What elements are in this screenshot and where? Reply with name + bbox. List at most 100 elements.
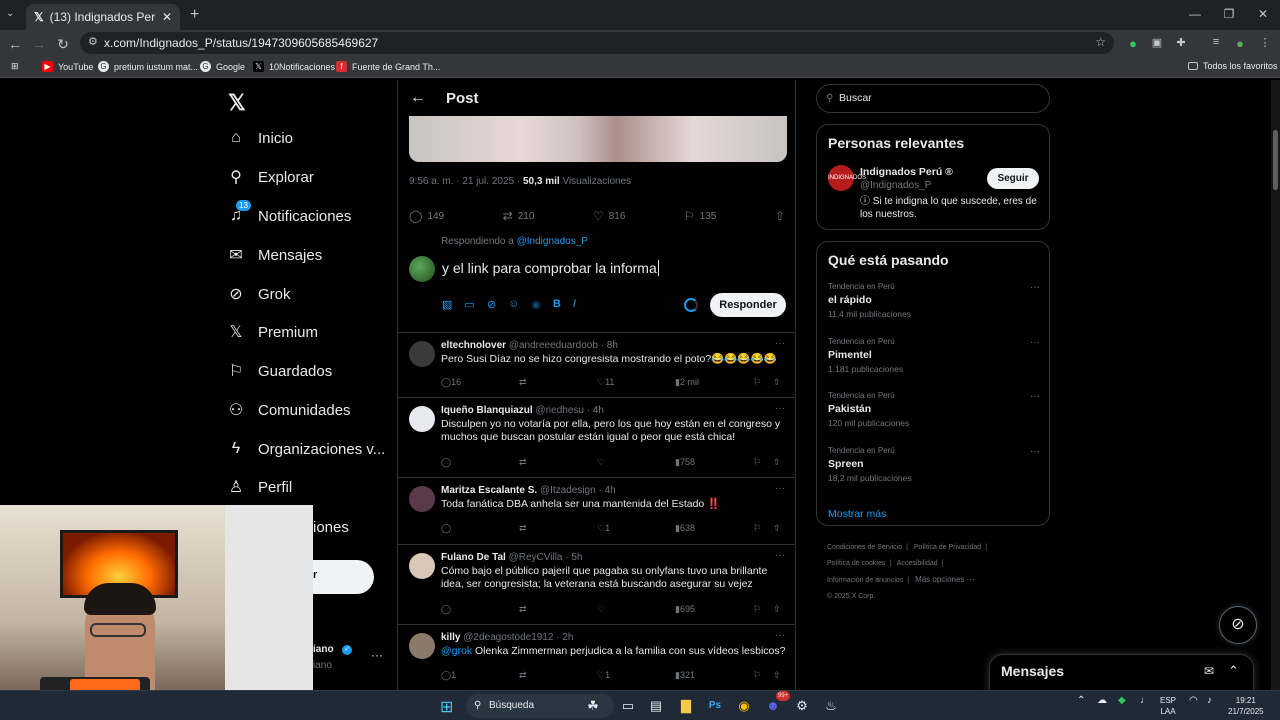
- bold-icon[interactable]: B: [553, 298, 561, 311]
- share-icon[interactable]: ⇧: [773, 604, 781, 615]
- nav-item-comunidades[interactable]: ⚇ Comunidades: [226, 395, 351, 425]
- steam-icon[interactable]: ♨: [821, 696, 841, 716]
- apps-icon[interactable]: ⊞: [11, 61, 19, 72]
- bookmark-star-icon[interactable]: ☆: [1095, 35, 1106, 49]
- wifi-icon[interactable]: ◠: [1189, 695, 1198, 706]
- trend-item[interactable]: Tendencia en Perú Pakistán 120 mil publi…: [828, 391, 1040, 428]
- table-row[interactable]: killy @2deagostode1912 · 2h ··· @grok Ol…: [398, 625, 795, 700]
- views-icon[interactable]: ▮ 321: [675, 670, 695, 681]
- close-tab-icon[interactable]: ✕: [162, 10, 172, 24]
- share-icon[interactable]: ⇧: [773, 457, 781, 468]
- image-icon[interactable]: ▧: [442, 298, 452, 311]
- like-action[interactable]: ♡ 816: [593, 208, 625, 224]
- security-icon[interactable]: ◆: [1118, 695, 1126, 706]
- bookmark-grand-theft[interactable]: f Fuente de Grand Th...: [336, 61, 440, 72]
- more-icon[interactable]: ···: [1030, 446, 1040, 457]
- trend-item[interactable]: Tendencia en Perú Spreen 18,2 mil public…: [828, 446, 1040, 483]
- bookmark-action[interactable]: ⚐ 135: [684, 208, 716, 224]
- bookmark-pretium[interactable]: Gpretium iustum mat...: [98, 61, 198, 72]
- gif-icon[interactable]: ▭: [464, 298, 474, 311]
- scrollbar[interactable]: [1271, 80, 1280, 690]
- heart-icon[interactable]: ♡: [597, 457, 605, 468]
- views-icon[interactable]: ▮ 695: [675, 604, 695, 615]
- new-tab-icon[interactable]: +: [190, 6, 199, 24]
- retweet-icon[interactable]: ⇄: [519, 377, 527, 388]
- reply-input[interactable]: y el link para comprobar la informa: [442, 260, 659, 276]
- back-arrow-icon[interactable]: ←: [410, 89, 426, 107]
- avatar[interactable]: [409, 486, 435, 512]
- trend-item[interactable]: Tendencia en Perú el rápido 11,4 mil pub…: [828, 282, 1040, 319]
- browser-tab[interactable]: 𝕏 (13) Indignados Perú ® en X: "Tremenda…: [26, 4, 180, 30]
- post-media[interactable]: [409, 116, 787, 162]
- photoshop-icon[interactable]: Ps: [705, 696, 725, 716]
- table-row[interactable]: Fulano De Tal @ReyCVilla · 5h ··· Cómo b…: [398, 545, 795, 624]
- bookmark-icon[interactable]: ⚐: [753, 604, 761, 615]
- heart-icon[interactable]: ♡ 1: [597, 523, 610, 534]
- task-view-icon[interactable]: ▭: [618, 696, 638, 716]
- heart-icon[interactable]: ♡ 1: [597, 670, 610, 681]
- chrome-icon[interactable]: ◉: [734, 696, 754, 716]
- share-action[interactable]: ⇧: [775, 208, 785, 224]
- more-icon[interactable]: ···: [775, 630, 785, 641]
- x-logo-icon[interactable]: 𝕏: [228, 90, 246, 116]
- extension-icon[interactable]: ●: [1126, 36, 1140, 51]
- bookmark-icon[interactable]: ⚐: [753, 670, 761, 681]
- forward-icon[interactable]: →: [30, 35, 48, 53]
- avatar[interactable]: [409, 633, 435, 659]
- clock[interactable]: 19:21 21/7/2025: [1228, 695, 1264, 717]
- avatar[interactable]: INDIGNADOS: [828, 165, 866, 191]
- all-bookmarks[interactable]: Todos los favoritos: [1188, 61, 1278, 71]
- new-message-icon[interactable]: ✉: [1204, 664, 1214, 678]
- relevant-name[interactable]: Indignados Perú ®: [860, 166, 953, 178]
- nav-item-inicio[interactable]: ⌂ Inicio: [226, 123, 293, 153]
- nav-item-notificaciones[interactable]: ♫ 13 Notificaciones: [226, 200, 351, 231]
- show-more-link[interactable]: Mostrar más: [828, 508, 886, 520]
- file-explorer-icon[interactable]: ▇: [676, 696, 696, 716]
- grok-icon[interactable]: ⊘: [487, 298, 496, 311]
- address-bar[interactable]: ⚙ x.com/Indignados_P/status/194730960568…: [80, 32, 1114, 54]
- retweet-icon[interactable]: ⇄: [519, 457, 527, 468]
- nav-item-more-partial[interactable]: iones: [313, 519, 349, 536]
- views-icon[interactable]: ▮ 638: [675, 523, 695, 534]
- more-icon[interactable]: ···: [1030, 391, 1040, 402]
- media-icon[interactable]: ≡: [1209, 36, 1223, 50]
- share-icon[interactable]: ⇧: [773, 670, 781, 681]
- reply-icon[interactable]: ◯ 1: [441, 670, 456, 681]
- profile-avatar-icon[interactable]: ●: [1233, 36, 1247, 51]
- more-icon[interactable]: ···: [775, 338, 785, 349]
- replying-handle[interactable]: @Indignados_P: [517, 236, 588, 247]
- reply-icon[interactable]: ◯: [441, 604, 451, 615]
- table-row[interactable]: Iqueño Blanquiazul @riedhesu · 4h ··· Di…: [398, 398, 795, 477]
- reply-icon[interactable]: ◯: [441, 457, 451, 468]
- trend-item[interactable]: Tendencia en Perú Pimentel 1.181 publica…: [828, 337, 1040, 374]
- reply-icon[interactable]: ◯ 16: [441, 377, 461, 388]
- retweet-action[interactable]: ⇄ 210: [503, 208, 535, 224]
- reload-icon[interactable]: ↻: [54, 35, 72, 53]
- retweet-icon[interactable]: ⇄: [519, 604, 527, 615]
- onedrive-icon[interactable]: ☁: [1097, 695, 1107, 706]
- bookmark-icon[interactable]: ⚐: [753, 377, 761, 388]
- nav-item-grok[interactable]: ⊘ Grok: [226, 279, 290, 309]
- nav-item-explorar[interactable]: ⚲ Explorar: [226, 162, 314, 192]
- post-button[interactable]: r: [313, 560, 374, 594]
- avatar[interactable]: [409, 341, 435, 367]
- restore-icon[interactable]: ❐: [1212, 0, 1246, 28]
- bookmark-google[interactable]: G Google: [200, 61, 245, 72]
- retweet-icon[interactable]: ⇄: [519, 523, 527, 534]
- account-name-partial[interactable]: iano: [313, 644, 334, 655]
- minimize-icon[interactable]: —: [1178, 0, 1212, 28]
- tab-search-icon[interactable]: ⌄: [6, 8, 20, 22]
- extensions-puzzle-icon[interactable]: ✚: [1174, 36, 1188, 50]
- back-icon[interactable]: ←: [6, 35, 24, 53]
- table-row[interactable]: eltechnolover @andreeeduardoob · 8h ··· …: [398, 333, 795, 397]
- more-icon[interactable]: ···: [775, 483, 785, 494]
- share-icon[interactable]: ⇧: [773, 377, 781, 388]
- nav-item-guardados[interactable]: ⚐ Guardados: [226, 356, 332, 386]
- table-row[interactable]: Maritza Escalante S. @Itzadesign · 4h ··…: [398, 478, 795, 544]
- follow-button[interactable]: Seguir: [987, 168, 1039, 189]
- app-icon[interactable]: ▤: [646, 696, 666, 716]
- more-icon[interactable]: ···: [775, 550, 785, 561]
- reply-button[interactable]: Responder: [710, 293, 786, 317]
- search-input[interactable]: ⚲ Buscar: [816, 84, 1050, 113]
- avatar[interactable]: [409, 553, 435, 579]
